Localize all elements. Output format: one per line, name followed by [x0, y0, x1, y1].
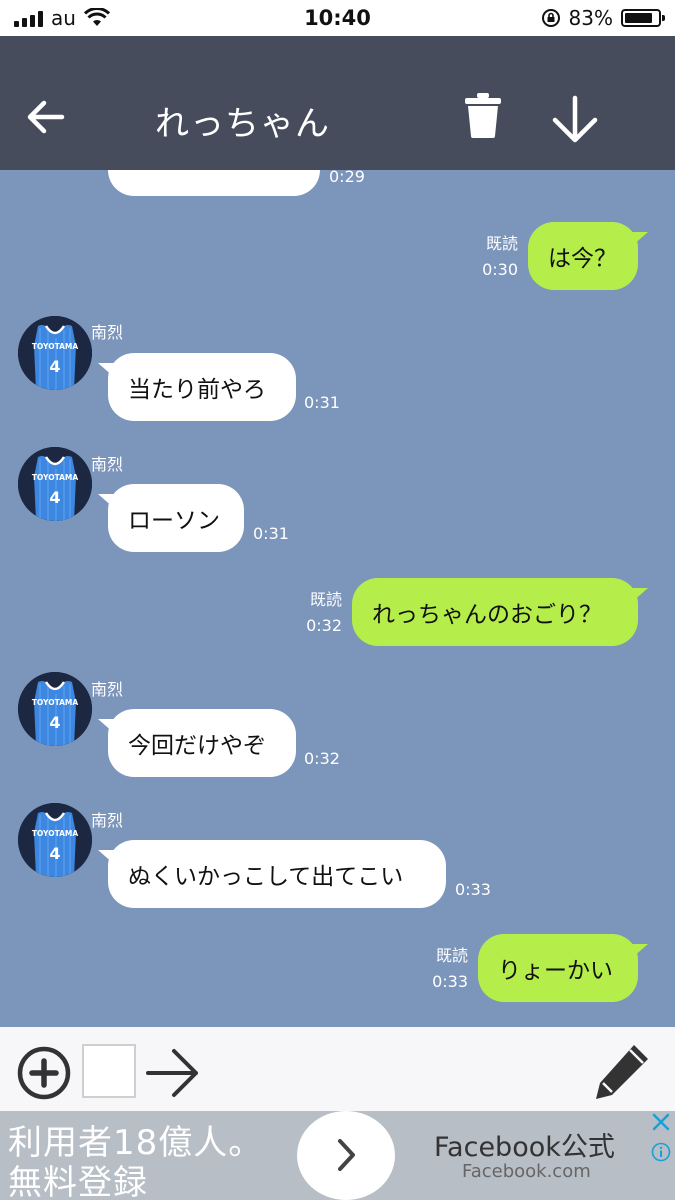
read-label: 既読 — [485, 234, 518, 253]
svg-text:4: 4 — [49, 713, 60, 732]
svg-text:4: 4 — [49, 488, 60, 507]
message-time: 0:33 — [432, 972, 468, 991]
chat-header: れっちゃん — [0, 36, 675, 170]
message-bubble-incoming[interactable]: 当たり前やろ — [98, 353, 296, 421]
ad-url: Facebook.com — [462, 1161, 591, 1182]
plus-circle-icon — [17, 1046, 71, 1100]
message-bubble-incoming[interactable]: ぬくいかっこして出てこい — [98, 840, 446, 908]
close-icon[interactable] — [650, 1111, 672, 1133]
jersey-avatar-icon: TOYOTAMA 4 — [18, 672, 92, 746]
chevron-right-icon — [338, 1139, 355, 1171]
sender-name: 南烈 — [91, 811, 124, 830]
read-receipt: 既読 0:30 — [452, 231, 518, 283]
status-right: 83% — [541, 6, 665, 30]
sender-name: 南烈 — [91, 323, 124, 342]
message-text: ローソン — [128, 508, 220, 534]
avatar[interactable]: TOYOTAMA 4 — [18, 672, 92, 746]
svg-text:4: 4 — [49, 357, 60, 376]
attach-button[interactable] — [16, 1045, 72, 1101]
input-bar — [0, 1027, 675, 1111]
message-time: 0:30 — [482, 260, 518, 279]
message-bubble-outgoing[interactable]: りょーかい — [478, 934, 648, 1002]
message-text: は今？ — [548, 246, 617, 272]
send-button[interactable] — [144, 1047, 202, 1099]
message-time: 0:29 — [329, 170, 365, 186]
arrow-down-icon — [552, 95, 598, 143]
read-label: 既読 — [435, 946, 468, 965]
avatar[interactable]: TOYOTAMA 4 — [18, 447, 92, 521]
svg-text:TOYOTAMA: TOYOTAMA — [32, 698, 79, 707]
svg-text:4: 4 — [49, 844, 60, 863]
avatar[interactable]: TOYOTAMA 4 — [18, 316, 92, 390]
trash-icon — [465, 93, 501, 138]
info-icon[interactable] — [651, 1142, 671, 1162]
chat-title: れっちゃん — [155, 104, 330, 144]
message-bubble-incoming[interactable]: 今回だけやぞ — [98, 709, 296, 777]
sender-name: 南烈 — [91, 680, 124, 699]
read-receipt: 既読 0:33 — [402, 943, 468, 995]
scroll-down-button[interactable] — [548, 94, 602, 146]
message-bubble-outgoing[interactable]: は今？ — [528, 222, 648, 290]
jersey-avatar-icon: TOYOTAMA 4 — [18, 447, 92, 521]
ad-subline: 無料登録 — [8, 1163, 148, 1200]
message-input[interactable] — [82, 1044, 136, 1098]
message-time: 0:31 — [304, 393, 340, 412]
ad-title: Facebook公式 — [434, 1132, 615, 1163]
sender-name: 南烈 — [91, 455, 124, 474]
jersey-avatar-icon: TOYOTAMA 4 — [18, 316, 92, 390]
message-bubble-incoming[interactable] — [108, 170, 320, 196]
jersey-avatar-icon: TOYOTAMA 4 — [18, 803, 92, 877]
message-bubble-incoming[interactable]: ローソン — [98, 484, 244, 552]
edit-button[interactable] — [590, 1041, 652, 1103]
svg-text:TOYOTAMA: TOYOTAMA — [32, 473, 79, 482]
svg-text:TOYOTAMA: TOYOTAMA — [32, 829, 79, 838]
message-bubble-outgoing[interactable]: れっちゃんのおごり？ — [352, 578, 648, 646]
battery-icon — [621, 9, 665, 27]
read-label: 既読 — [309, 590, 342, 609]
message-text: れっちゃんのおごり？ — [372, 602, 602, 628]
battery-percent: 83% — [568, 6, 613, 30]
ad-cta-button[interactable] — [297, 1111, 395, 1200]
message-time: 0:33 — [455, 880, 491, 899]
svg-text:TOYOTAMA: TOYOTAMA — [32, 342, 79, 351]
message-time: 0:32 — [304, 749, 340, 768]
message-list[interactable]: 0:29 既読 0:30 は今？ TOYOTAMA 4 南烈 当たり前やろ 0:… — [0, 170, 675, 1027]
rotation-lock-icon — [541, 9, 560, 27]
pencil-icon — [596, 1045, 648, 1099]
delete-button[interactable] — [460, 90, 506, 140]
message-text: ぬくいかっこして出てこい — [128, 864, 404, 890]
status-bar: au 10:40 83% — [0, 0, 675, 36]
avatar[interactable]: TOYOTAMA 4 — [18, 803, 92, 877]
message-text: りょーかい — [498, 958, 613, 984]
arrow-right-icon — [146, 1049, 198, 1097]
message-text: 当たり前やろ — [128, 377, 266, 403]
message-text: 今回だけやぞ — [128, 733, 266, 759]
read-receipt: 既読 0:32 — [276, 587, 342, 639]
message-time: 0:31 — [253, 524, 289, 543]
ad-banner[interactable]: 利用者18億人。 無料登録 Facebook公式 Facebook.com — [0, 1111, 675, 1200]
message-time: 0:32 — [306, 616, 342, 635]
